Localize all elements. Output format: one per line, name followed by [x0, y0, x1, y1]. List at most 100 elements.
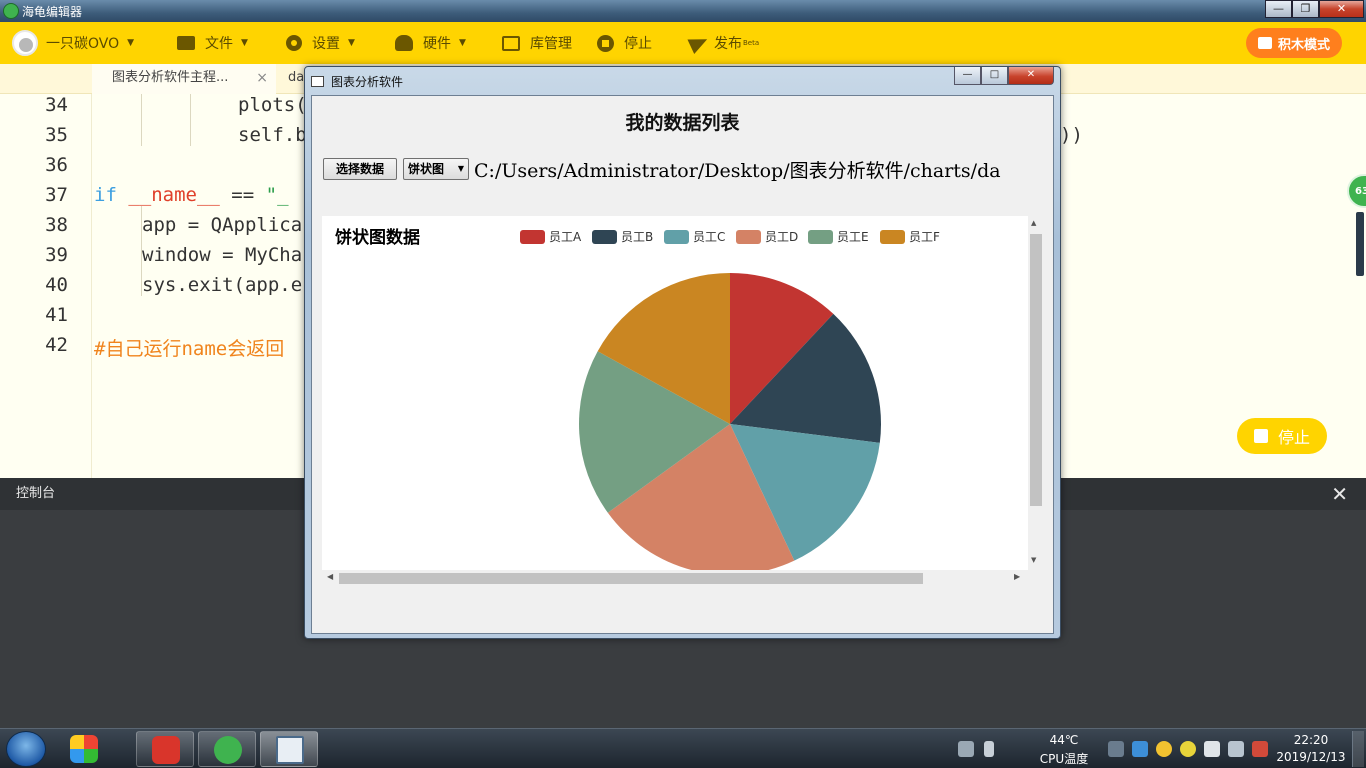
scroll-thumb[interactable] [339, 573, 923, 584]
tab-main-program[interactable]: 图表分析软件主程... × [92, 64, 276, 94]
horizontal-scrollbar[interactable]: ◀ ▶ [322, 570, 1028, 586]
paper-plane-icon [687, 31, 711, 55]
file-menu[interactable]: 文件 ▼ [177, 33, 248, 53]
side-status-badge[interactable]: 63 [1347, 174, 1366, 208]
clock-date: 2019/12/13 [1276, 750, 1346, 764]
taskbar-app-active[interactable] [260, 731, 318, 767]
close-button[interactable]: ✕ [1319, 0, 1364, 18]
operator: == [219, 184, 266, 206]
close-icon[interactable]: ✕ [1331, 478, 1348, 510]
minimize-button[interactable]: — [1265, 0, 1292, 18]
app-title: 海龟编辑器 [22, 5, 83, 19]
sync-icon[interactable] [1132, 741, 1148, 757]
legend-swatch[interactable] [592, 230, 617, 244]
robot-icon [395, 35, 413, 51]
indent-guide [190, 94, 191, 146]
app-titlebar: 海龟编辑器 — ❐ ✕ [0, 0, 1366, 22]
stop-icon [1253, 429, 1268, 443]
library-button[interactable]: 库管理 [502, 33, 572, 53]
qq-icon[interactable] [1156, 741, 1172, 757]
keyword: if [94, 184, 117, 206]
chevron-down-icon: ▼ [459, 38, 466, 48]
close-tab-icon[interactable]: × [256, 64, 268, 92]
show-desktop-button[interactable] [1352, 731, 1364, 767]
user-name: 一只碳OVO [46, 36, 120, 52]
stop-icon [597, 34, 614, 52]
scroll-thumb[interactable] [1030, 234, 1042, 506]
dialog-body: 我的数据列表 选择数据 饼状图 ▼ C:/Users/Administrator… [311, 95, 1054, 634]
code-line-tail: )) [1060, 124, 1083, 146]
tray-expand-icon[interactable] [984, 741, 994, 757]
security-icon[interactable] [1180, 741, 1196, 757]
legend-swatch[interactable] [520, 230, 545, 244]
taskbar-app[interactable] [198, 731, 256, 767]
keyboard-icon[interactable] [958, 741, 974, 757]
line-number-gutter: 34 35 36 37 38 39 40 41 42 [0, 94, 92, 478]
indent-guide [141, 94, 142, 146]
vertical-scrollbar[interactable]: ▲ ▼ [1028, 216, 1044, 570]
users-icon[interactable] [1108, 741, 1124, 757]
settings-menu[interactable]: 设置 ▼ [286, 33, 355, 53]
file-path-label: C:/Users/Administrator/Desktop/图表分析软件/ch… [474, 160, 1001, 182]
chart-view[interactable]: 饼状图数据 员工A 员工B 员工C 员工D 员工E 员工F [322, 216, 1028, 571]
hardware-menu[interactable]: 硬件 ▼ [395, 33, 466, 53]
app-icon [152, 736, 180, 764]
legend-label[interactable]: 员工B [621, 230, 653, 244]
code-line: self.b [238, 124, 307, 146]
line-number: 34 [45, 94, 68, 116]
beta-badge: Beta [743, 39, 760, 47]
taskbar: 44℃ CPU温度 22:20 2019/12/13 [0, 728, 1366, 768]
dialog-minimize-button[interactable]: — [954, 67, 981, 85]
line-number: 36 [45, 154, 68, 176]
clock-time: 22:20 [1293, 733, 1329, 747]
scroll-up-icon[interactable]: ▲ [1031, 219, 1036, 227]
scroll-left-icon[interactable]: ◀ [327, 572, 333, 581]
publish-button[interactable]: 发布 Beta [687, 31, 760, 55]
dialog-maximize-button[interactable]: □ [981, 67, 1008, 85]
main-toolbar: 一只碳OVO ▼ 文件 ▼ 设置 ▼ 硬件 ▼ 库管理 停止 发布 Beta 积… [0, 22, 1366, 64]
block-mode-button[interactable]: 积木模式 [1246, 28, 1342, 58]
chart-app-window: 图表分析软件 — □ ✕ 我的数据列表 选择数据 饼状图 ▼ C:/Users/… [304, 66, 1061, 639]
floating-stop-label: 停止 [1277, 428, 1310, 447]
network-icon[interactable] [1228, 741, 1244, 757]
dialog-close-button[interactable]: ✕ [1008, 67, 1054, 85]
legend-label[interactable]: 员工C [693, 230, 725, 244]
chevron-down-icon: ▼ [348, 38, 355, 48]
turtle-editor-icon [214, 736, 242, 764]
start-button[interactable] [6, 731, 46, 767]
library-icon [502, 35, 520, 51]
file-menu-label: 文件 [205, 36, 233, 52]
legend-swatch[interactable] [880, 230, 905, 244]
taskbar-app[interactable] [136, 731, 194, 767]
user-menu[interactable]: 一只碳OVO ▼ [12, 29, 134, 57]
cpu-temperature-label: CPU温度 [1039, 752, 1089, 766]
device-icon[interactable] [1204, 741, 1220, 757]
scroll-right-icon[interactable]: ▶ [1014, 572, 1020, 581]
legend-swatch[interactable] [808, 230, 833, 244]
chevron-down-icon: ▼ [457, 164, 464, 173]
legend-label[interactable]: 员工A [549, 230, 582, 244]
code-line: app = QApplica [142, 214, 303, 236]
volume-muted-icon[interactable] [1252, 741, 1268, 757]
legend-label[interactable]: 员工D [765, 230, 798, 244]
legend-label[interactable]: 员工F [909, 230, 940, 244]
code-line: sys.exit(app.e [142, 274, 303, 296]
line-number: 41 [45, 304, 68, 326]
block-mode-label: 积木模式 [1277, 37, 1330, 53]
floating-stop-button[interactable]: 停止 [1237, 418, 1327, 454]
legend-swatch[interactable] [736, 230, 761, 244]
window-controls: — ❐ ✕ [1265, 0, 1364, 18]
library-label: 库管理 [530, 36, 572, 52]
maximize-button[interactable]: ❐ [1292, 0, 1319, 18]
stop-button[interactable]: 停止 [597, 33, 652, 53]
settings-menu-label: 设置 [312, 36, 340, 52]
tab-data[interactable]: da [286, 64, 304, 94]
chart-type-value: 饼状图 [408, 162, 445, 176]
chart-type-select[interactable]: 饼状图 ▼ [403, 158, 469, 180]
dialog-window-controls: — □ ✕ [954, 67, 1054, 85]
legend-swatch[interactable] [664, 230, 689, 244]
scroll-down-icon[interactable]: ▼ [1031, 556, 1036, 564]
taskbar-app[interactable] [55, 731, 113, 767]
select-data-button[interactable]: 选择数据 [323, 158, 397, 180]
legend-label[interactable]: 员工E [837, 230, 869, 244]
